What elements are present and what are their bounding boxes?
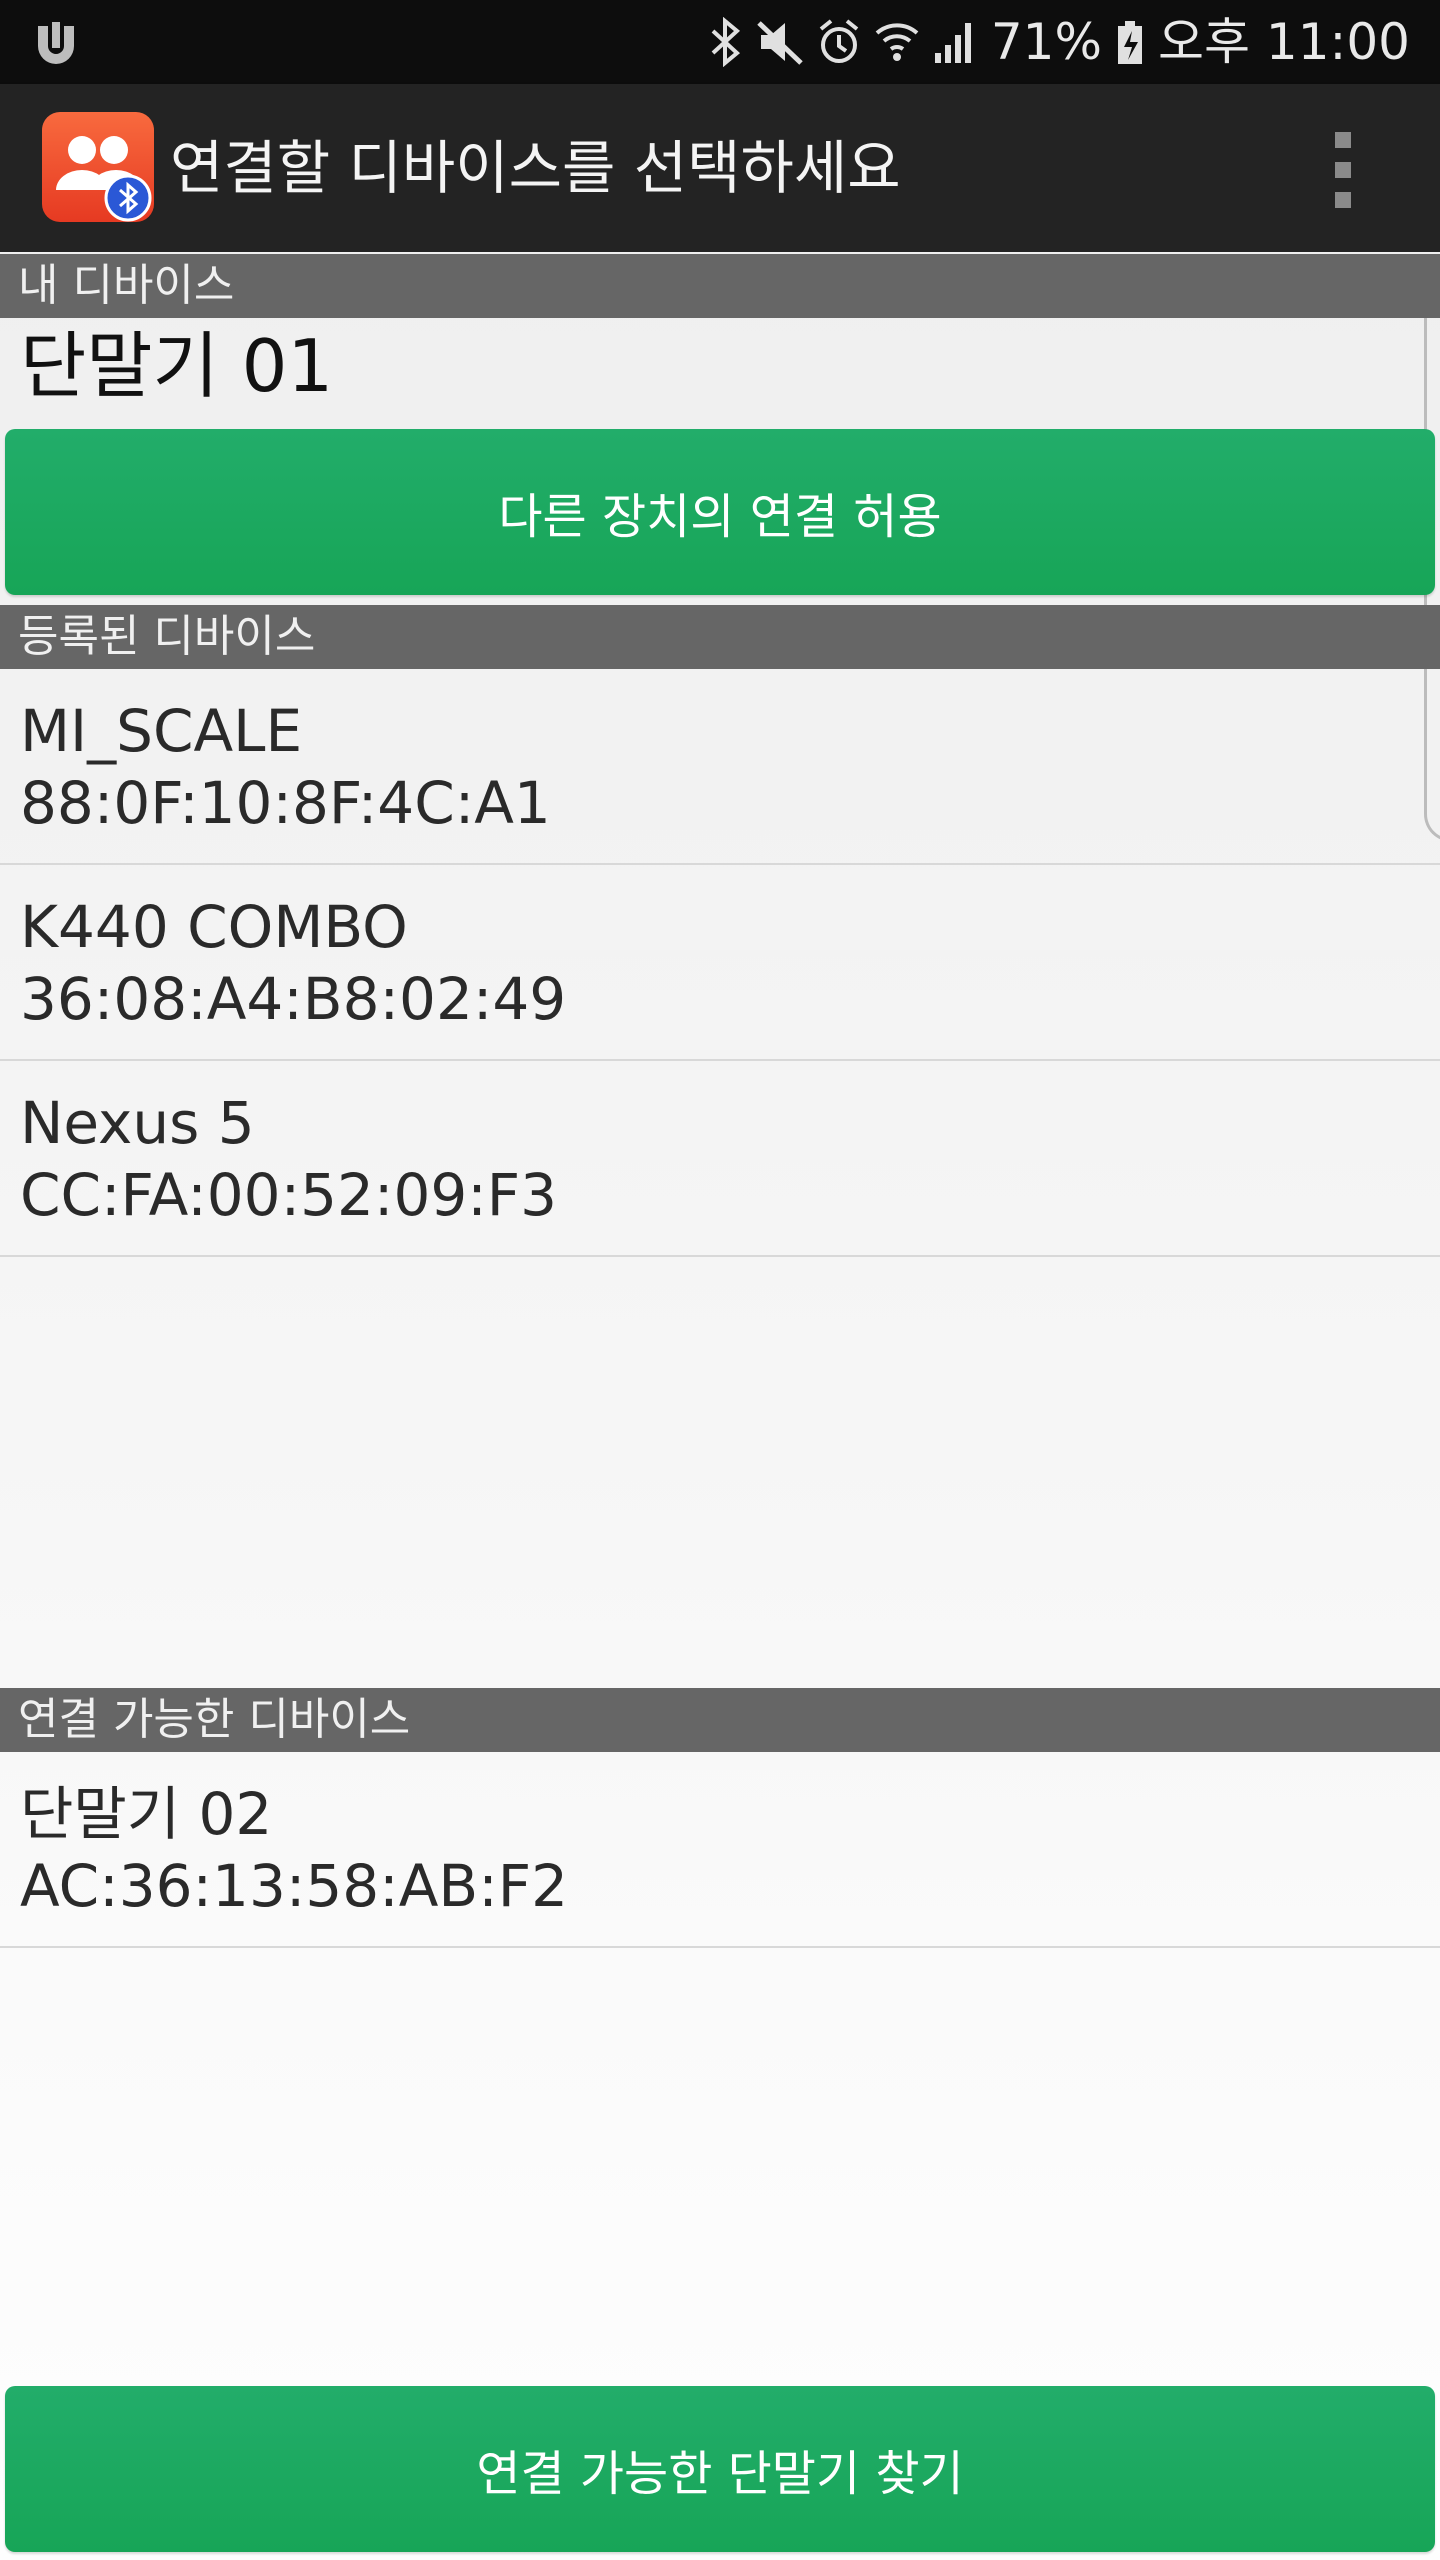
allow-connection-button[interactable]: 다른 장치의 연결 허용 — [5, 429, 1435, 595]
device-address: CC:FA:00:52:09:F3 — [20, 1161, 558, 1229]
mute-icon — [757, 21, 803, 65]
device-address: 36:08:A4:B8:02:49 — [20, 965, 567, 1033]
device-name: 단말기 02 — [20, 1780, 273, 1848]
battery-charging-icon — [1118, 21, 1142, 64]
status-bar: 71% 오후 11:00 — [0, 0, 1440, 84]
device-name: Nexus 5 — [20, 1089, 255, 1157]
status-icons: 71% 오후 11:00 — [709, 0, 1410, 84]
alarm-icon — [819, 19, 859, 63]
registered-device-item[interactable]: MI_SCALE 88:0F:10:8F:4C:A1 — [0, 669, 1440, 865]
battery-percent: 71% — [990, 13, 1102, 71]
my-device-name: 단말기 01 — [20, 324, 334, 408]
wifi-icon — [875, 23, 919, 61]
section-header-my-device: 내 디바이스 — [0, 254, 1440, 318]
scan-devices-button[interactable]: 연결 가능한 단말기 찾기 — [5, 2386, 1435, 2552]
page-title: 연결할 디바이스를 선택하세요 — [170, 134, 901, 202]
bluetooth-icon — [711, 17, 740, 67]
section-header-available: 연결 가능한 디바이스 — [0, 1688, 1440, 1752]
app-bar: 연결할 디바이스를 선택하세요 — [0, 84, 1440, 252]
section-header-registered: 등록된 디바이스 — [0, 605, 1440, 669]
device-name: K440 COMBO — [20, 893, 408, 961]
device-name: MI_SCALE — [20, 697, 303, 765]
status-time: 오후 11:00 — [1158, 13, 1410, 71]
available-device-item[interactable]: 단말기 02 AC:36:13:58:AB:F2 — [0, 1752, 1440, 1948]
bluetooth-people-app-icon — [42, 112, 154, 222]
registered-device-item[interactable]: K440 COMBO 36:08:A4:B8:02:49 — [0, 865, 1440, 1061]
device-address: AC:36:13:58:AB:F2 — [20, 1852, 568, 1920]
app-notification-icon — [38, 22, 74, 64]
registered-device-item[interactable]: Nexus 5 CC:FA:00:52:09:F3 — [0, 1061, 1440, 1257]
signal-icon — [934, 23, 971, 63]
device-address: 88:0F:10:8F:4C:A1 — [20, 769, 551, 837]
overflow-menu-icon[interactable] — [1318, 128, 1368, 212]
content-area — [0, 252, 1440, 2560]
